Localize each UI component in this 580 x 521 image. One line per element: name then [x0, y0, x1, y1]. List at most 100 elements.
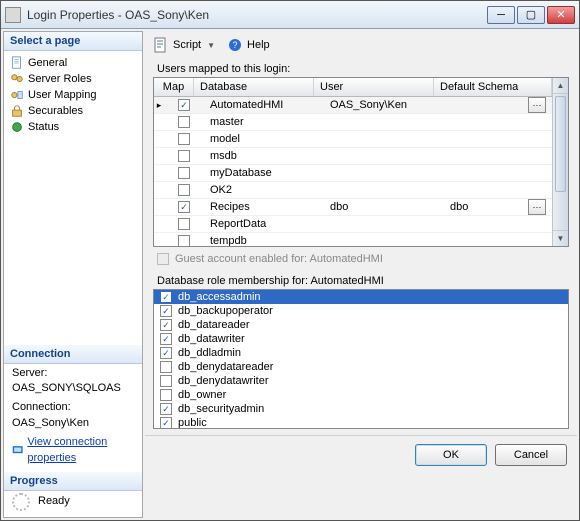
map-checkbox[interactable]	[178, 235, 190, 246]
maximize-button[interactable]: ▢	[517, 6, 545, 24]
role-checkbox[interactable]	[160, 389, 172, 401]
col-schema[interactable]: Default Schema	[434, 78, 552, 96]
table-row[interactable]: myDatabase	[154, 165, 552, 182]
sidebar-item-label: Securables	[28, 105, 83, 117]
role-checkbox[interactable]: ✓	[160, 417, 172, 429]
sidebar-item-label: Status	[28, 121, 59, 133]
sidebar-item-securables[interactable]: Securables	[6, 103, 140, 119]
progress-status: Ready	[38, 494, 70, 509]
page-icon	[10, 104, 24, 118]
role-item[interactable]: ✓ db_securityadmin	[154, 402, 568, 416]
connection-value: OAS_Sony\Ken	[12, 416, 134, 431]
role-checkbox[interactable]: ✓	[160, 347, 172, 359]
table-row[interactable]: ▸✓AutomatedHMIOAS_Sony\Ken···	[154, 97, 552, 114]
cancel-button[interactable]: Cancel	[495, 444, 567, 466]
sidebar-item-label: Server Roles	[28, 73, 92, 85]
scroll-down-icon[interactable]: ▼	[553, 230, 568, 246]
minimize-button[interactable]: ─	[487, 6, 515, 24]
role-checkbox[interactable]	[160, 361, 172, 373]
titlebar[interactable]: Login Properties - OAS_Sony\Ken ─ ▢ ✕	[1, 1, 579, 29]
close-button[interactable]: ✕	[547, 6, 575, 24]
grid-scrollbar[interactable]: ▲ ▼	[552, 78, 568, 246]
cell-database: OK2	[204, 184, 324, 196]
page-icon	[10, 120, 24, 134]
scroll-thumb[interactable]	[555, 96, 566, 192]
map-checkbox[interactable]	[178, 133, 190, 145]
cell-database: Recipes	[204, 201, 324, 213]
role-item[interactable]: ✓db_ddladmin	[154, 346, 568, 360]
map-checkbox[interactable]	[178, 167, 190, 179]
sidebar-item-label: General	[28, 57, 67, 69]
role-label: db_securityadmin	[178, 403, 264, 415]
cell-database: AutomatedHMI	[204, 99, 324, 111]
table-row[interactable]: msdb	[154, 148, 552, 165]
mapping-grid[interactable]: Map Database User Default Schema ▸✓Autom…	[153, 77, 569, 247]
role-item[interactable]: db_denydatawriter	[154, 374, 568, 388]
col-user[interactable]: User	[314, 78, 434, 96]
table-row[interactable]: OK2	[154, 182, 552, 199]
role-item[interactable]: ✓db_datawriter	[154, 332, 568, 346]
col-database[interactable]: Database	[194, 78, 314, 96]
map-checkbox[interactable]: ✓	[178, 201, 190, 213]
role-checkbox[interactable]: ✓	[160, 333, 172, 345]
script-button[interactable]: Script ▼	[153, 37, 215, 53]
col-map[interactable]: Map	[154, 78, 194, 96]
role-item[interactable]: ✓ public	[154, 416, 568, 429]
role-item[interactable]: db_denydatareader	[154, 360, 568, 374]
server-label: Server:	[12, 366, 134, 381]
browse-button[interactable]: ···	[528, 199, 546, 215]
role-checkbox[interactable]: ✓	[160, 291, 172, 303]
grid-header: Map Database User Default Schema	[154, 78, 552, 97]
table-row[interactable]: tempdb	[154, 233, 552, 246]
table-row[interactable]: ReportData	[154, 216, 552, 233]
toolbar: Script ▼ ? Help	[145, 31, 577, 61]
browse-button[interactable]: ···	[528, 97, 546, 113]
role-checkbox[interactable]: ✓	[160, 305, 172, 317]
chevron-down-icon: ▼	[207, 41, 215, 50]
cell-user: OAS_Sony\Ken	[324, 99, 444, 111]
role-list[interactable]: ✓db_accessadmin✓db_backupoperator✓db_dat…	[153, 289, 569, 429]
cell-database: ReportData	[204, 218, 324, 230]
role-label: db_owner	[178, 389, 226, 401]
svg-text:?: ?	[233, 40, 238, 50]
cell-schema: ···	[444, 97, 552, 113]
connection-label: Connection:	[12, 400, 134, 415]
role-checkbox[interactable]: ✓	[160, 403, 172, 415]
role-checkbox[interactable]: ✓	[160, 319, 172, 331]
cell-database: msdb	[204, 150, 324, 162]
role-item[interactable]: ✓db_accessadmin	[154, 290, 568, 304]
table-row[interactable]: model	[154, 131, 552, 148]
connection-icon	[12, 444, 23, 458]
role-item[interactable]: db_owner	[154, 388, 568, 402]
right-pane: Script ▼ ? Help Users mapped to this log…	[145, 31, 577, 518]
map-checkbox[interactable]	[178, 184, 190, 196]
window-buttons: ─ ▢ ✕	[487, 6, 575, 24]
cell-user: dbo	[324, 201, 444, 213]
cell-schema: dbo···	[444, 199, 552, 215]
map-checkbox[interactable]	[178, 150, 190, 162]
map-checkbox[interactable]	[178, 218, 190, 230]
ok-button[interactable]: OK	[415, 444, 487, 466]
role-label: db_denydatawriter	[178, 375, 269, 387]
map-checkbox[interactable]	[178, 116, 190, 128]
progress-header: Progress	[4, 472, 142, 491]
scroll-up-icon[interactable]: ▲	[553, 78, 568, 94]
sidebar-item-status[interactable]: Status	[6, 119, 140, 135]
table-row[interactable]: ✓ Recipesdbodbo···	[154, 199, 552, 216]
view-connection-properties-link[interactable]: View connection properties	[27, 435, 134, 466]
connection-header: Connection	[4, 345, 142, 364]
help-icon: ?	[227, 37, 243, 53]
table-row[interactable]: master	[154, 114, 552, 131]
map-checkbox[interactable]: ✓	[178, 99, 190, 111]
role-label: public	[178, 417, 207, 429]
sidebar-item-user-mapping[interactable]: User Mapping	[6, 87, 140, 103]
role-item[interactable]: ✓db_backupoperator	[154, 304, 568, 318]
role-label: db_denydatareader	[178, 361, 273, 373]
role-label: db_datareader	[178, 319, 250, 331]
role-checkbox[interactable]	[160, 375, 172, 387]
sidebar-item-general[interactable]: General	[6, 55, 140, 71]
sidebar-item-server-roles[interactable]: Server Roles	[6, 71, 140, 87]
help-label: Help	[247, 39, 270, 51]
help-button[interactable]: ? Help	[227, 37, 270, 53]
role-item[interactable]: ✓ db_datareader	[154, 318, 568, 332]
